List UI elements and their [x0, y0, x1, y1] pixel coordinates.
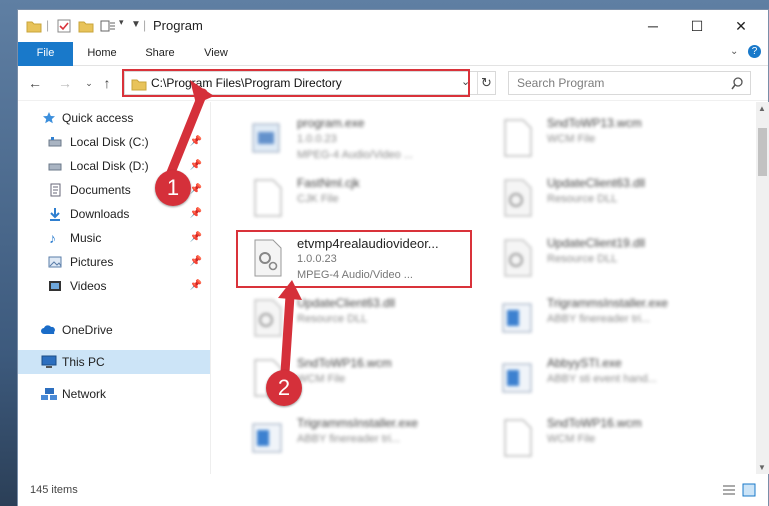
arrow-2: [280, 291, 295, 377]
arrow-1-head: [190, 80, 214, 104]
callout-badge-1: 1: [155, 170, 191, 206]
arrow-1: [165, 88, 208, 180]
callout-badge-2: 2: [266, 370, 302, 406]
arrow-2-head: [278, 280, 302, 300]
callout-arrows: [165, 80, 302, 377]
